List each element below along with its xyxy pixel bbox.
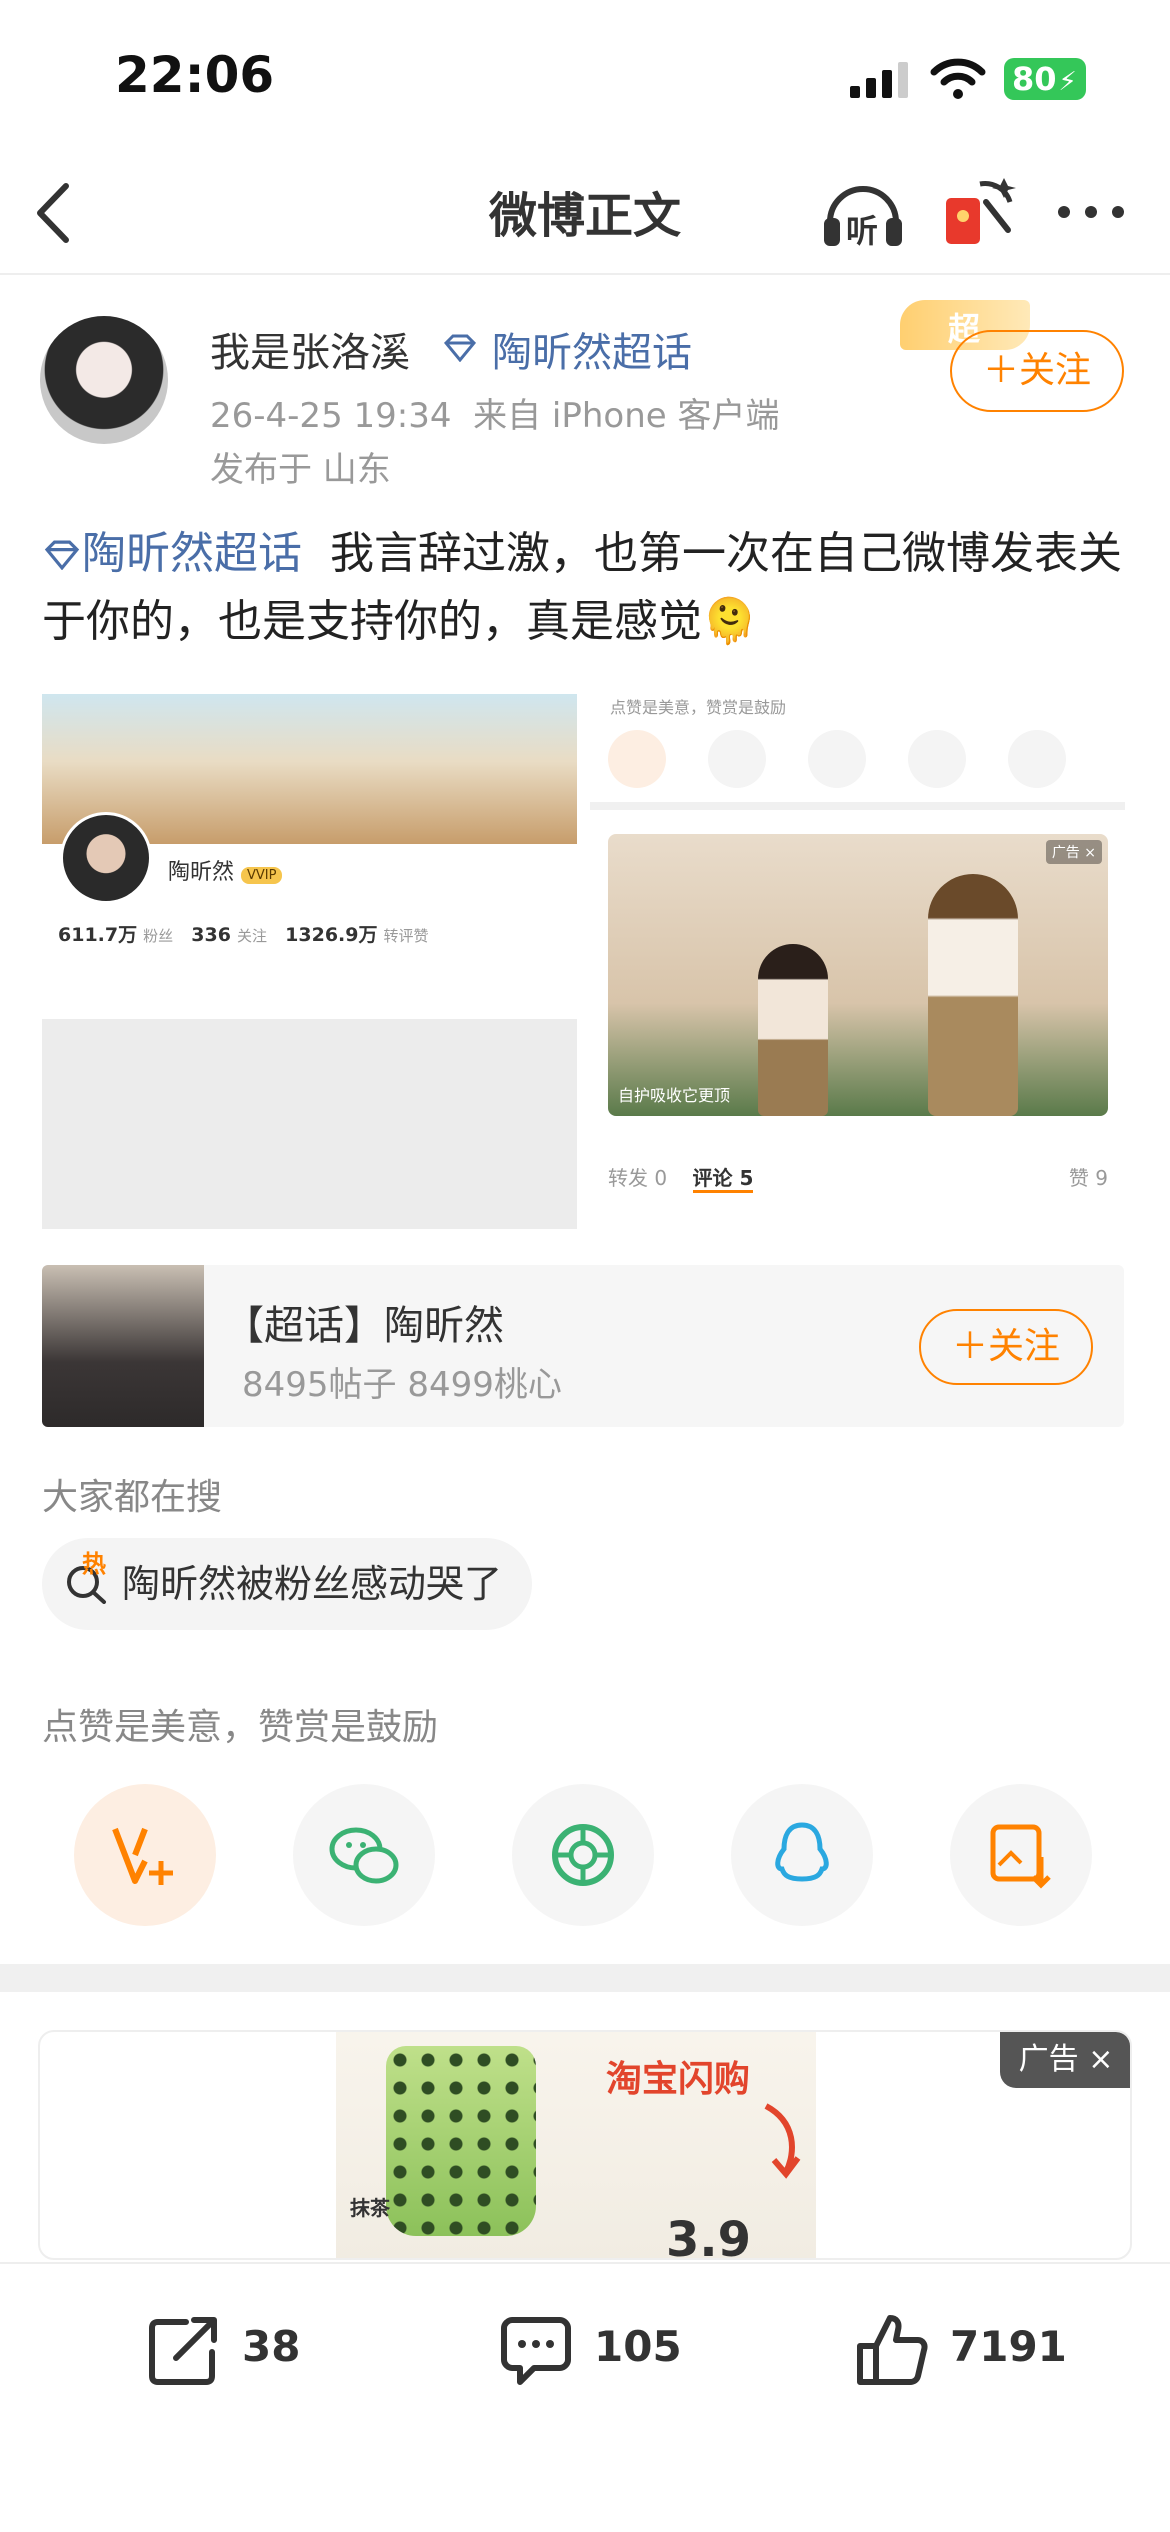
- followers-count: 611.7万: [58, 924, 138, 946]
- reward-v-icon: [112, 1827, 173, 1885]
- video-person-child: [758, 944, 828, 1116]
- section-divider: [0, 1964, 1170, 1992]
- share-hint: 点赞是美意，赞赏是鼓励: [42, 1707, 439, 1748]
- screenshot-moments-icon: [808, 730, 866, 788]
- super-topic-photo: [42, 1265, 204, 1427]
- screenshot-reward-icon: [608, 730, 666, 788]
- screenshot-video: 广告 × 自护吸收它更顶: [608, 834, 1108, 1116]
- super-topic-title: 【超话】陶昕然: [224, 1303, 504, 1349]
- following-label: 关注: [237, 927, 268, 945]
- follow-author-button[interactable]: ＋关注: [950, 330, 1124, 412]
- video-person-adult: [928, 874, 1018, 1116]
- share-wechat-button[interactable]: [293, 1784, 435, 1926]
- ad-headline: 淘宝闪购: [606, 2059, 751, 2100]
- ad-banner[interactable]: 淘宝闪购 抹茶 3.9 广告 ×: [38, 2030, 1132, 2260]
- followers-label: 粉丝: [143, 927, 174, 945]
- diamond-icon: [44, 540, 80, 571]
- video-caption: 自护吸收它更顶: [618, 1086, 731, 1105]
- screenshot-qq-icon: [908, 730, 966, 788]
- like-button[interactable]: 7191: [854, 2294, 1074, 2404]
- bottom-action-bar: 38 105 7191: [0, 2262, 1170, 2532]
- save-image-button[interactable]: [950, 1784, 1092, 1926]
- thumbs-up-icon: [857, 2315, 928, 2385]
- screenshot-ad-tag: 广告 ×: [1045, 840, 1102, 864]
- post-location: 发布于 山东: [210, 450, 391, 490]
- vip-badge: VVIP: [241, 867, 283, 884]
- following-count: 336: [191, 924, 231, 946]
- share-moments-button[interactable]: [512, 1784, 654, 1926]
- reposts-label: 转评赞: [383, 927, 429, 945]
- post-meta: 26-4-25 19:34 来自 iPhone 客户端: [210, 388, 780, 437]
- super-topic-label: 陶昕然超话: [492, 330, 692, 376]
- wifi-icon: [930, 58, 986, 99]
- search-suggestion-chip[interactable]: 热 陶昕然被粉丝感动哭了: [42, 1538, 533, 1630]
- super-topic-link[interactable]: 陶昕然超话: [492, 320, 692, 378]
- screenshot-hint: 点赞是美意，赞赏是鼓励: [610, 698, 787, 717]
- like-count: 7191: [950, 2322, 1067, 2371]
- moments-icon: [552, 1824, 614, 1886]
- super-topic-card[interactable]: 【超话】陶昕然 8495帖子 8499桃心 ＋关注: [42, 1265, 1124, 1427]
- post-source: 来自 iPhone 客户端: [473, 396, 780, 436]
- image-placeholder: [42, 1019, 577, 1229]
- ad-product-image: [386, 2046, 536, 2236]
- more-icon[interactable]: [1056, 202, 1126, 222]
- repost-icon: [149, 2317, 217, 2385]
- profile-name: 陶昕然 VVIP: [168, 854, 283, 886]
- listen-label: 听: [846, 212, 879, 250]
- super-topic-meta: 8495帖子 8499桃心: [242, 1365, 562, 1405]
- comment-icon: [501, 2317, 571, 2385]
- diamond-icon: [443, 334, 477, 362]
- post-text: 陶昕然超话 我言辞过激，也第一次在自己微博发表关于你的，也是支持你的，真是感觉🫠: [42, 520, 1132, 656]
- share-qq-button[interactable]: [731, 1784, 873, 1926]
- status-time: 22:06: [115, 46, 275, 104]
- ad-arrow-icon: [764, 2103, 801, 2179]
- post-image-2[interactable]: 点赞是美意，赞赏是鼓励 广告 × 自护吸收它更顶 转发 0 评论 5 赞 9: [590, 694, 1125, 1229]
- save-image-icon: [990, 1824, 1051, 1889]
- screenshot-tab-repost: 转发 0: [608, 1166, 668, 1190]
- charging-icon: ⚡: [1058, 67, 1077, 97]
- comment-button[interactable]: 105: [498, 2294, 698, 2404]
- author-name[interactable]: 我是张洛溪: [210, 320, 410, 378]
- ad-product-name: 抹茶: [350, 2196, 390, 2220]
- qq-icon: [775, 1822, 829, 1882]
- screenshot-divider: [590, 802, 1125, 810]
- repost-count: 38: [242, 2322, 301, 2371]
- screenshot-wechat-icon: [708, 730, 766, 788]
- repost-button[interactable]: 38: [146, 2294, 326, 2404]
- reposts-count: 1326.9万: [285, 924, 378, 946]
- profile-name-text: 陶昕然: [168, 860, 235, 885]
- signal-icon: [850, 62, 908, 98]
- profile-stats: 611.7万 粉丝 336 关注 1326.9万 转评赞: [58, 920, 429, 947]
- search-suggestion-text: 陶昕然被粉丝感动哭了: [122, 1562, 503, 1606]
- screenshot-tab-comment: 评论 5: [692, 1166, 754, 1193]
- listen-button[interactable]: 听: [820, 174, 906, 252]
- body-super-topic-link[interactable]: 陶昕然超话: [42, 528, 302, 579]
- screenshot-save-icon: [1008, 730, 1066, 788]
- status-bar: 22:06 80⚡: [0, 0, 1170, 150]
- reward-button[interactable]: [74, 1784, 216, 1926]
- profile-avatar: [60, 812, 152, 904]
- follow-topic-button[interactable]: ＋关注: [919, 1309, 1093, 1385]
- post-timestamp: 26-4-25 19:34: [210, 396, 452, 436]
- red-packet-icon[interactable]: [940, 172, 1020, 252]
- screenshot-tabs: 转发 0 评论 5 赞 9: [608, 1162, 1108, 1193]
- search-section-title: 大家都在搜: [42, 1477, 223, 1518]
- nav-bar: 微博正文 听: [0, 150, 1170, 275]
- author-avatar[interactable]: [40, 316, 168, 444]
- ad-close-button[interactable]: 广告 ×: [1000, 2032, 1130, 2088]
- battery-indicator: 80⚡: [1004, 58, 1086, 100]
- ad-price: 3.9: [666, 2212, 752, 2260]
- comment-count: 105: [594, 2322, 682, 2371]
- body-super-topic-label: 陶昕然超话: [82, 528, 302, 579]
- wechat-icon: [329, 1827, 399, 1884]
- screenshot-tab-like: 赞 9: [1068, 1166, 1108, 1190]
- hot-badge: 热: [82, 1550, 106, 1578]
- post-image-1[interactable]: 陶昕然 VVIP 611.7万 粉丝 336 关注 1326.9万 转评赞: [42, 694, 577, 1229]
- ad-image: 淘宝闪购 抹茶 3.9: [336, 2032, 816, 2260]
